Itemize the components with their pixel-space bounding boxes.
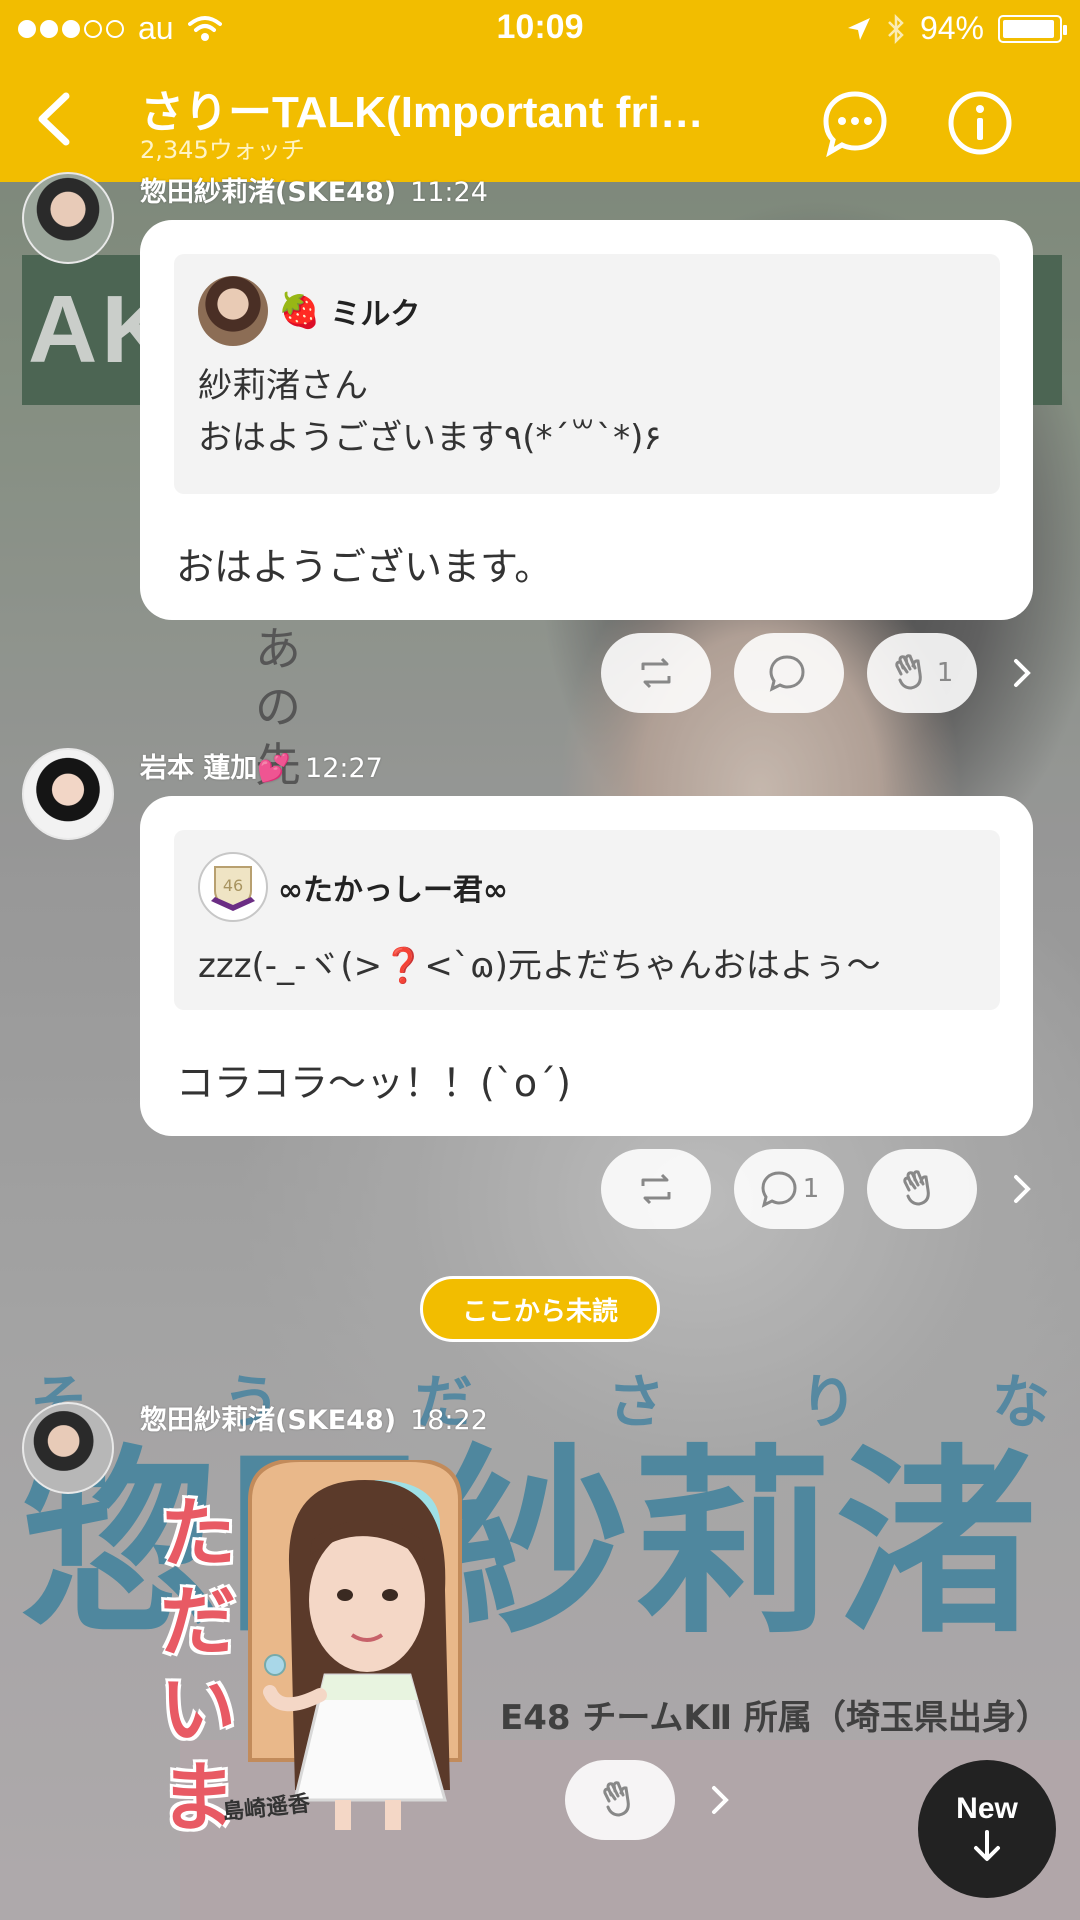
battery-fill [1003, 19, 1054, 38]
comment-icon [769, 655, 805, 692]
clap-count: 1 [936, 658, 954, 688]
watch-count: 2,345ウォッチ [140, 136, 305, 164]
new-messages-button[interactable]: New [918, 1760, 1056, 1898]
message-text: おはようございます。 [176, 545, 553, 589]
quote-author-name: ∞たかっしー君∞ [278, 873, 508, 908]
chevron-right-icon[interactable] [1002, 1169, 1042, 1209]
chat-header: さりーTALK(Important fri… 2,345ウォッチ [0, 58, 1080, 182]
message-time: 12:27 [305, 753, 383, 784]
sender-name: 惣田紗莉渚(SKE48) [140, 1405, 397, 1436]
message-bubble[interactable]: 🍓 ミルク 紗莉渚さん おはようございます٩(*´꒳`*)۶ おはようございます… [140, 220, 1033, 620]
comment-button[interactable] [734, 633, 844, 713]
repost-button[interactable] [601, 1149, 711, 1229]
arrow-down-icon [974, 1830, 1000, 1861]
quoted-message[interactable]: 🍓 ミルク 紗莉渚さん おはようございます٩(*´꒳`*)۶ [174, 254, 1000, 494]
repost-icon [641, 657, 671, 689]
status-bar: au 10:09 94% [0, 0, 1080, 58]
quote-author: 🍓 ミルク [198, 276, 420, 346]
chevron-right-icon[interactable] [1002, 653, 1042, 693]
clap-button[interactable]: 1 [867, 633, 977, 713]
battery-percent: 94% [919, 10, 984, 46]
avatar[interactable] [22, 1402, 114, 1494]
clap-button[interactable] [565, 1760, 675, 1840]
clap-icon [603, 1781, 630, 1817]
quoted-message[interactable]: 46 ∞たかっしー君∞ zzz(-_-ヾ(>❓<`ɷ)元よだちゃんおはよぅ〜 [174, 830, 1000, 1010]
repost-icon [641, 1173, 671, 1205]
sticker-image[interactable]: ただいま 島崎遥香 [160, 1458, 530, 1842]
clap-icon [903, 1170, 930, 1206]
chevron-left-icon [38, 92, 70, 146]
clap-icon [895, 654, 922, 690]
comment-button[interactable]: 1 [734, 1149, 844, 1229]
emblem-icon: 46 [198, 852, 268, 922]
bluetooth-icon [888, 13, 904, 44]
message-bubble[interactable]: 46 ∞たかっしー君∞ zzz(-_-ヾ(>❓<`ɷ)元よだちゃんおはよぅ〜 コ… [140, 796, 1033, 1136]
message-text: コラコラ〜ッ！！(`o´) [176, 1061, 571, 1105]
chat-bubble-button[interactable] [820, 88, 890, 158]
sender-name: 岩本 蓮加💕 [140, 753, 292, 784]
strawberry-icon: 🍓 [278, 291, 321, 331]
quote-author-name: ミルク [330, 297, 421, 332]
quote-text: zzz(-_-ヾ(>❓<`ɷ)元よだちゃんおはよぅ〜 [198, 946, 881, 986]
new-button-label: New [956, 1792, 1018, 1825]
message-sender: 岩本 蓮加💕 12:27 [140, 746, 383, 785]
location-arrow-icon [847, 17, 870, 40]
unread-divider: ここから未読 [420, 1276, 660, 1342]
emblem-number: 46 [223, 876, 243, 895]
comment-count: 1 [802, 1174, 820, 1204]
quote-text: 紗莉渚さん おはようございます٩(*´꒳`*)۶ [198, 366, 662, 458]
avatar[interactable] [22, 172, 114, 264]
status-right: 94% [846, 10, 1067, 47]
quote-author: 46 ∞たかっしー君∞ [198, 852, 508, 922]
avatar[interactable] [22, 748, 114, 840]
avatar [198, 276, 268, 346]
message-sender: 惣田紗莉渚(SKE48) 18:22 [140, 1398, 488, 1437]
sticker-text: ただいま [160, 1489, 236, 1842]
back-button[interactable] [24, 84, 94, 154]
comment-icon [761, 1171, 797, 1208]
repost-button[interactable] [601, 633, 711, 713]
message-sender: 惣田紗莉渚(SKE48) 11:24 [140, 170, 488, 209]
info-button[interactable] [945, 88, 1015, 158]
sender-name: 惣田紗莉渚(SKE48) [140, 177, 397, 208]
clap-button[interactable] [867, 1149, 977, 1229]
battery-icon [998, 14, 1067, 43]
message-time: 18:22 [410, 1405, 488, 1436]
message-time: 11:24 [410, 177, 488, 208]
chevron-right-icon[interactable] [700, 1780, 740, 1820]
